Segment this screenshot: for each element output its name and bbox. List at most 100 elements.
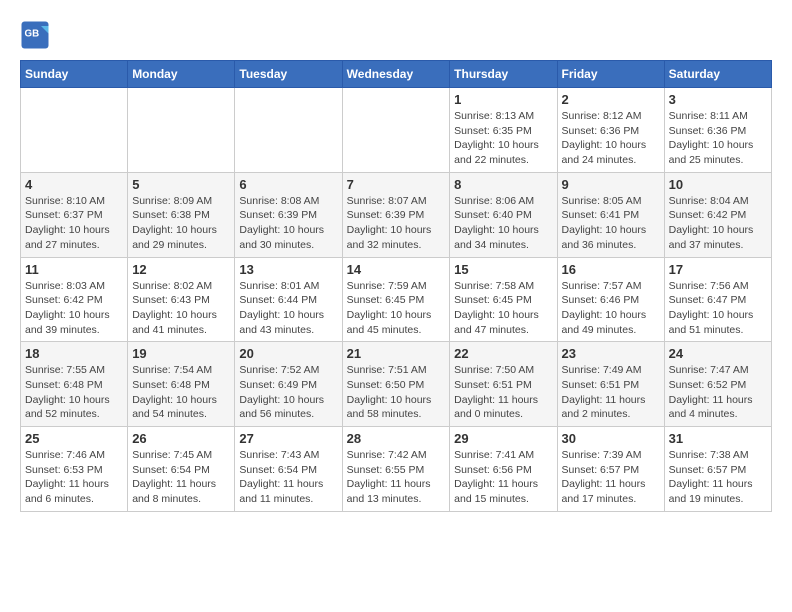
day-info: Sunrise: 7:45 AM Sunset: 6:54 PM Dayligh… [132, 448, 230, 507]
calendar-cell [128, 88, 235, 173]
day-info: Sunrise: 8:11 AM Sunset: 6:36 PM Dayligh… [669, 109, 767, 168]
calendar-cell: 7Sunrise: 8:07 AM Sunset: 6:39 PM Daylig… [342, 172, 450, 257]
day-number: 4 [25, 177, 123, 192]
day-info: Sunrise: 7:52 AM Sunset: 6:49 PM Dayligh… [239, 363, 337, 422]
logo-icon: GB [20, 20, 50, 50]
calendar-cell: 13 Sunrise: 8:01 AM Sunset: 6:44 PM Dayli… [235, 257, 342, 342]
calendar-cell: 26 Sunrise: 7:45 AM Sunset: 6:54 PM Dayli… [128, 427, 235, 512]
day-number: 13 [239, 262, 337, 277]
header-friday: Friday [557, 61, 664, 88]
week-row-1: 4 Sunrise: 8:10 AM Sunset: 6:37 PM Daylig… [21, 172, 772, 257]
header-wednesday: Wednesday [342, 61, 450, 88]
day-info: Sunrise: 7:38 AM Sunset: 6:57 PM Dayligh… [669, 448, 767, 507]
day-number: 1 [454, 92, 552, 107]
calendar-cell [235, 88, 342, 173]
day-info: Sunrise: 8:08 AM Sunset: 6:39 PM Dayligh… [239, 194, 337, 253]
day-number: 8 [454, 177, 552, 192]
day-info: Sunrise: 7:43 AM Sunset: 6:54 PM Dayligh… [239, 448, 337, 507]
day-info: Sunrise: 8:01 AM Sunset: 6:44 PM Dayligh… [239, 279, 337, 338]
day-number: 20 [239, 346, 337, 361]
calendar-cell: 25Sunrise: 7:46 AM Sunset: 6:53 PM Dayli… [21, 427, 128, 512]
day-number: 28 [347, 431, 446, 446]
day-info: Sunrise: 7:39 AM Sunset: 6:57 PM Dayligh… [562, 448, 660, 507]
day-number: 2 [562, 92, 660, 107]
calendar-cell: 1 Sunrise: 8:13 AM Sunset: 6:35 PM Daylig… [450, 88, 557, 173]
day-number: 10 [669, 177, 767, 192]
day-info: Sunrise: 7:50 AM Sunset: 6:51 PM Dayligh… [454, 363, 552, 422]
day-info: Sunrise: 8:06 AM Sunset: 6:40 PM Dayligh… [454, 194, 552, 253]
day-info: Sunrise: 8:04 AM Sunset: 6:42 PM Dayligh… [669, 194, 767, 253]
day-number: 12 [132, 262, 230, 277]
day-info: Sunrise: 8:10 AM Sunset: 6:37 PM Dayligh… [25, 194, 123, 253]
week-row-4: 25Sunrise: 7:46 AM Sunset: 6:53 PM Dayli… [21, 427, 772, 512]
calendar-cell: 28 Sunrise: 7:42 AM Sunset: 6:55 PM Dayli… [342, 427, 450, 512]
day-info: Sunrise: 8:13 AM Sunset: 6:35 PM Dayligh… [454, 109, 552, 168]
day-info: Sunrise: 7:59 AM Sunset: 6:45 PM Dayligh… [347, 279, 446, 338]
day-info: Sunrise: 7:49 AM Sunset: 6:51 PM Dayligh… [562, 363, 660, 422]
calendar-cell: 24 Sunrise: 7:47 AM Sunset: 6:52 PM Dayli… [664, 342, 771, 427]
calendar-cell: 12 Sunrise: 8:02 AM Sunset: 6:43 PM Dayli… [128, 257, 235, 342]
day-number: 23 [562, 346, 660, 361]
day-info: Sunrise: 8:05 AM Sunset: 6:41 PM Dayligh… [562, 194, 660, 253]
header-monday: Monday [128, 61, 235, 88]
day-number: 14 [347, 262, 446, 277]
day-number: 19 [132, 346, 230, 361]
week-row-3: 18Sunrise: 7:55 AM Sunset: 6:48 PM Dayli… [21, 342, 772, 427]
day-number: 15 [454, 262, 552, 277]
day-number: 17 [669, 262, 767, 277]
day-info: Sunrise: 8:03 AM Sunset: 6:42 PM Dayligh… [25, 279, 123, 338]
header-sunday: Sunday [21, 61, 128, 88]
day-number: 9 [562, 177, 660, 192]
calendar-header: SundayMondayTuesdayWednesdayThursdayFrid… [21, 61, 772, 88]
day-info: Sunrise: 8:02 AM Sunset: 6:43 PM Dayligh… [132, 279, 230, 338]
calendar-cell: 16 Sunrise: 7:57 AM Sunset: 6:46 PM Dayli… [557, 257, 664, 342]
day-info: Sunrise: 7:47 AM Sunset: 6:52 PM Dayligh… [669, 363, 767, 422]
page-header: GB [20, 20, 772, 50]
day-info: Sunrise: 8:12 AM Sunset: 6:36 PM Dayligh… [562, 109, 660, 168]
day-number: 30 [562, 431, 660, 446]
day-number: 6 [239, 177, 337, 192]
calendar-cell: 29 Sunrise: 7:41 AM Sunset: 6:56 PM Dayli… [450, 427, 557, 512]
calendar-cell: 2 Sunrise: 8:12 AM Sunset: 6:36 PM Daylig… [557, 88, 664, 173]
calendar-cell: 31Sunrise: 7:38 AM Sunset: 6:57 PM Dayli… [664, 427, 771, 512]
day-number: 29 [454, 431, 552, 446]
calendar-cell: 5 Sunrise: 8:09 AM Sunset: 6:38 PM Daylig… [128, 172, 235, 257]
day-number: 18 [25, 346, 123, 361]
day-number: 21 [347, 346, 446, 361]
calendar-table: SundayMondayTuesdayWednesdayThursdayFrid… [20, 60, 772, 512]
day-info: Sunrise: 7:56 AM Sunset: 6:47 PM Dayligh… [669, 279, 767, 338]
calendar-cell: 27 Sunrise: 7:43 AM Sunset: 6:54 PM Dayli… [235, 427, 342, 512]
calendar-cell: 21Sunrise: 7:51 AM Sunset: 6:50 PM Dayli… [342, 342, 450, 427]
day-info: Sunrise: 7:46 AM Sunset: 6:53 PM Dayligh… [25, 448, 123, 507]
day-info: Sunrise: 7:42 AM Sunset: 6:55 PM Dayligh… [347, 448, 446, 507]
calendar-cell: 20 Sunrise: 7:52 AM Sunset: 6:49 PM Dayli… [235, 342, 342, 427]
calendar-cell: 11 Sunrise: 8:03 AM Sunset: 6:42 PM Dayli… [21, 257, 128, 342]
calendar-cell: 30 Sunrise: 7:39 AM Sunset: 6:57 PM Dayli… [557, 427, 664, 512]
day-info: Sunrise: 8:09 AM Sunset: 6:38 PM Dayligh… [132, 194, 230, 253]
svg-text:GB: GB [25, 29, 40, 40]
calendar-cell [342, 88, 450, 173]
header-tuesday: Tuesday [235, 61, 342, 88]
day-info: Sunrise: 7:41 AM Sunset: 6:56 PM Dayligh… [454, 448, 552, 507]
day-number: 3 [669, 92, 767, 107]
day-number: 26 [132, 431, 230, 446]
day-info: Sunrise: 7:54 AM Sunset: 6:48 PM Dayligh… [132, 363, 230, 422]
day-number: 27 [239, 431, 337, 446]
calendar-cell [21, 88, 128, 173]
calendar-cell: 18Sunrise: 7:55 AM Sunset: 6:48 PM Dayli… [21, 342, 128, 427]
calendar-cell: 3 Sunrise: 8:11 AM Sunset: 6:36 PM Daylig… [664, 88, 771, 173]
day-number: 5 [132, 177, 230, 192]
week-row-0: 1 Sunrise: 8:13 AM Sunset: 6:35 PM Daylig… [21, 88, 772, 173]
day-number: 24 [669, 346, 767, 361]
logo: GB [20, 20, 54, 50]
calendar-cell: 8 Sunrise: 8:06 AM Sunset: 6:40 PM Daylig… [450, 172, 557, 257]
calendar-cell: 6 Sunrise: 8:08 AM Sunset: 6:39 PM Daylig… [235, 172, 342, 257]
day-number: 11 [25, 262, 123, 277]
calendar-cell: 10 Sunrise: 8:04 AM Sunset: 6:42 PM Dayli… [664, 172, 771, 257]
day-info: Sunrise: 7:58 AM Sunset: 6:45 PM Dayligh… [454, 279, 552, 338]
day-number: 16 [562, 262, 660, 277]
header-saturday: Saturday [664, 61, 771, 88]
calendar-body: 1 Sunrise: 8:13 AM Sunset: 6:35 PM Daylig… [21, 88, 772, 512]
header-thursday: Thursday [450, 61, 557, 88]
day-info: Sunrise: 7:57 AM Sunset: 6:46 PM Dayligh… [562, 279, 660, 338]
